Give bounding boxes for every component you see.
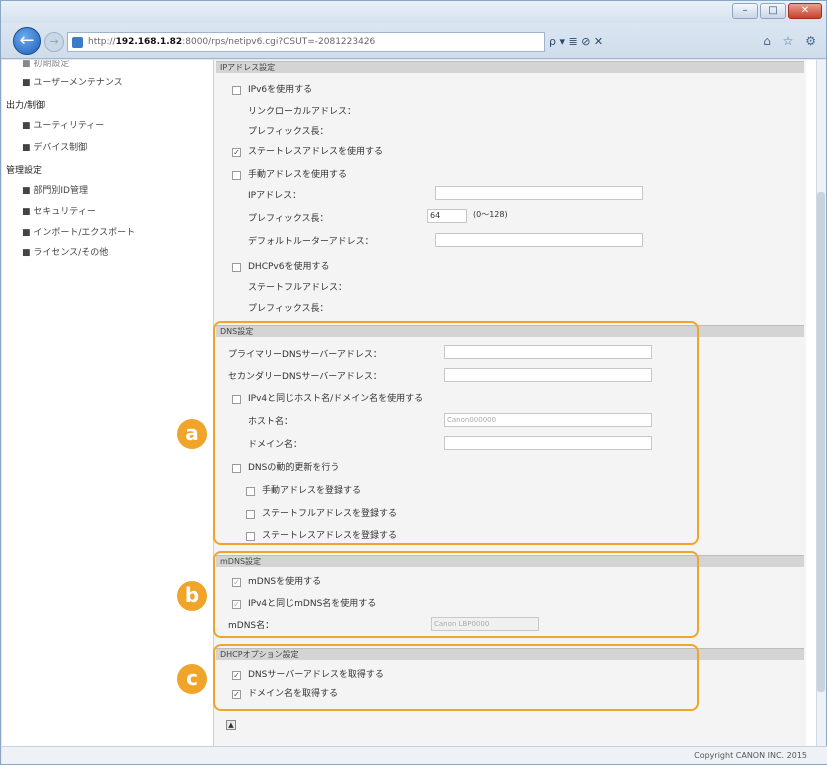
address-tools[interactable]: ρ ▾ ≣ ⊘ ✕ [549, 35, 603, 48]
address-bar[interactable]: http://192.168.1.82:8000/rps/netipv6.cgi… [67, 32, 545, 52]
callout-badge-a: a [177, 419, 207, 449]
prefix-length-label: プレフィックス長： [248, 127, 329, 137]
sidebar-item-initial[interactable]: ■ 初期設定 [22, 60, 69, 69]
ip-section-header: IPアドレス設定 [216, 61, 804, 73]
sidebar-item-user-maintenance[interactable]: ■ ユーザーメンテナンス [22, 75, 123, 88]
stateful-address-label: ステートフルアドレス： [248, 283, 348, 293]
sidebar-item-security[interactable]: ■ セキュリティー [22, 204, 96, 217]
prefix-length-2-label: プレフィックス長： [248, 214, 329, 224]
use-stateless-label: ステートレスアドレスを使用する [248, 147, 384, 157]
callout-badge-b: b [177, 581, 207, 611]
callout-frame-b [213, 551, 699, 638]
url-rest: :8000/rps/netipv6.cgi?CSUT=-2081223426 [182, 37, 376, 47]
settings-content: IPアドレス設定 IPv6を使用する リンクローカルアドレス： プレフィックス長… [213, 60, 806, 748]
use-manual-checkbox[interactable] [232, 171, 241, 180]
use-dhcpv6-label: DHCPv6を使用する [248, 262, 330, 272]
minimize-button[interactable]: – [732, 3, 758, 19]
prefix-length-3-label: プレフィックス長： [248, 304, 329, 314]
page-top-icon[interactable]: ▲ [226, 720, 236, 730]
sidebar-item-import-export[interactable]: ■ インポート/エクスポート [22, 225, 135, 238]
forward-button[interactable]: → [44, 32, 64, 52]
link-local-label: リンクローカルアドレス： [248, 107, 357, 117]
use-stateless-checkbox[interactable]: ✓ [232, 148, 241, 157]
callout-badge-c: c [177, 664, 207, 694]
prefix-length-input[interactable]: 64 [427, 209, 467, 223]
sidebar-item-dept-id[interactable]: ■ 部門別ID管理 [22, 183, 88, 196]
sidebar-heading-admin: 管理設定 [6, 166, 43, 176]
prefix-range-hint: (0〜128) [473, 210, 508, 219]
default-router-label: デフォルトルーターアドレス： [248, 237, 374, 247]
sidebar-heading-output: 出力/制御 [6, 101, 46, 111]
use-dhcpv6-checkbox[interactable] [232, 263, 241, 272]
browser-window: – □ ✕ ← → http://192.168.1.82:8000/rps/n… [0, 0, 827, 765]
callout-frame-a [213, 321, 699, 545]
sidebar-item-license-other[interactable]: ■ ライセンス/その他 [22, 245, 108, 258]
scrollbar-thumb[interactable] [817, 192, 825, 692]
sidebar-item-utility[interactable]: ■ ユーティリティー [22, 118, 104, 131]
ip-address-input[interactable] [435, 186, 643, 200]
ip-address-label: IPアドレス： [248, 191, 302, 201]
navigation-bar: ← → http://192.168.1.82:8000/rps/netipv6… [1, 23, 826, 59]
use-ipv6-checkbox[interactable] [232, 86, 241, 95]
close-button[interactable]: ✕ [788, 3, 822, 19]
status-bar: Copyright CANON INC. 2015 [2, 746, 827, 764]
favicon-icon [72, 37, 83, 48]
use-manual-label: 手動アドレスを使用する [248, 170, 348, 180]
callout-frame-c [213, 644, 699, 711]
maximize-button[interactable]: □ [760, 3, 786, 19]
sidebar-item-device-control[interactable]: ■ デバイス制御 [22, 140, 87, 153]
default-router-input[interactable] [435, 233, 643, 247]
home-favorites-tools-icons[interactable]: ⌂ ☆ ⚙ [763, 34, 820, 48]
window-controls: – □ ✕ [732, 3, 822, 19]
title-bar: – □ ✕ [1, 1, 826, 23]
use-ipv6-label: IPv6を使用する [248, 85, 313, 95]
copyright-text: Copyright CANON INC. 2015 [694, 751, 807, 760]
url-prefix: http:// [88, 37, 116, 47]
back-button[interactable]: ← [13, 27, 41, 55]
sidebar: ■ 初期設定 ■ ユーザーメンテナンス 出力/制御 ■ ユーティリティー ■ デ… [2, 60, 214, 748]
page-viewport: ■ 初期設定 ■ ユーザーメンテナンス 出力/制御 ■ ユーティリティー ■ デ… [2, 60, 817, 748]
url-host: 192.168.1.82 [115, 37, 183, 47]
vertical-scrollbar[interactable] [816, 60, 826, 748]
